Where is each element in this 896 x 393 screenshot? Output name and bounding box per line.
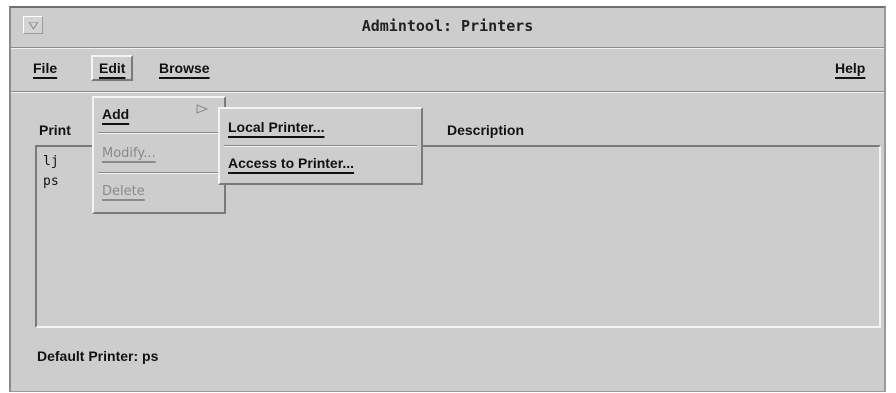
window-title: Admintool: Printers [361, 17, 534, 35]
submenu-access-to-printer[interactable]: Access to Printer... [228, 149, 354, 177]
menu-help[interactable]: Help [829, 55, 871, 81]
submenu-access-to-printer-label: Access to Printer... [228, 155, 355, 171]
title-bar[interactable]: Admintool: Printers [11, 8, 884, 44]
submenu-local-printer-label: Local Printer... [228, 119, 325, 135]
column-header-printer[interactable]: Print [39, 122, 71, 138]
list-item[interactable]: ps [43, 173, 59, 191]
edit-menu-dropdown: Add Modify... Delete [92, 96, 226, 214]
menu-separator [98, 172, 220, 174]
submenu-local-printer[interactable]: Local Printer... [228, 113, 324, 141]
menu-file-label: File [33, 60, 58, 76]
title-divider [11, 47, 884, 49]
edit-menu-modify[interactable]: Modify... [102, 142, 156, 166]
menu-edit[interactable]: Edit [91, 55, 134, 81]
menu-edit-label: Edit [99, 60, 126, 76]
edit-menu-delete-label: Delete [102, 184, 145, 199]
default-printer-status: Default Printer: ps [37, 348, 159, 364]
menu-help-label: Help [835, 60, 866, 76]
menu-browse[interactable]: Browse [153, 55, 216, 81]
cascade-arrow-icon [196, 104, 208, 114]
edit-menu-delete[interactable]: Delete [102, 180, 145, 204]
edit-menu-modify-label: Modify... [102, 146, 156, 161]
edit-menu-add[interactable]: Add [102, 102, 129, 126]
column-header-description[interactable]: Description [447, 122, 524, 138]
menubar-divider [11, 91, 884, 93]
edit-menu-add-label: Add [102, 106, 130, 122]
admintool-window: Admintool: Printers File Edit Browse Hel… [9, 6, 886, 392]
add-submenu: Local Printer... Access to Printer... [218, 107, 423, 185]
menu-separator [98, 132, 220, 134]
list-item[interactable]: lj [43, 153, 59, 171]
menu-browse-label: Browse [159, 60, 210, 76]
menu-file[interactable]: File [27, 55, 63, 81]
menu-bar: File Edit Browse Help [11, 52, 884, 86]
menu-separator [224, 145, 417, 147]
